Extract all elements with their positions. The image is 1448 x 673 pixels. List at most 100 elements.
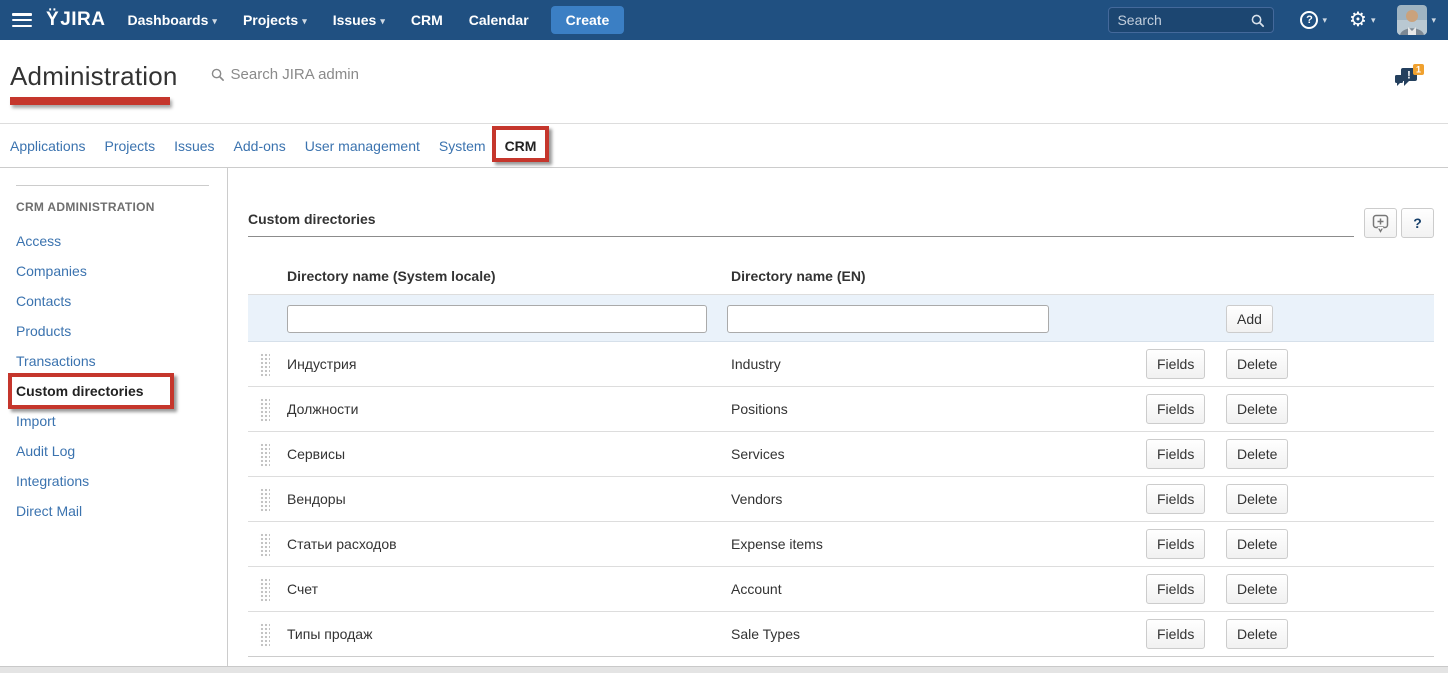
navbar-search-input[interactable] <box>1117 12 1250 28</box>
tab-crm[interactable]: CRM <box>505 138 537 154</box>
search-icon[interactable] <box>1250 13 1265 28</box>
navbar-search <box>1108 7 1274 33</box>
table-row: Типы продаж Sale Types Fields Delete <box>248 612 1434 657</box>
page-title-block: Administration <box>10 61 178 105</box>
admin-search <box>210 66 451 83</box>
admin-header: Administration ! 1 <box>0 40 1448 124</box>
sidebar-item-custom-directories[interactable]: Custom directories <box>0 376 227 406</box>
feedback-button[interactable] <box>1364 208 1397 238</box>
crm-admin-sidebar: CRM ADMINISTRATION Access Companies Cont… <box>0 168 228 666</box>
add-button[interactable]: Add <box>1226 305 1273 333</box>
feedback-pin-icon <box>1372 214 1389 233</box>
chevron-down-icon: ▾ <box>212 16 217 26</box>
nav-item-calendar[interactable]: Calendar <box>469 12 529 28</box>
tab-system[interactable]: System <box>439 138 486 154</box>
sidebar-item-contacts[interactable]: Contacts <box>0 286 227 316</box>
nav-item-crm[interactable]: CRM <box>411 12 443 28</box>
tab-applications[interactable]: Applications <box>10 138 86 154</box>
sidebar-divider <box>16 185 209 186</box>
fields-button[interactable]: Fields <box>1146 349 1205 379</box>
app-switcher-icon[interactable] <box>12 13 32 27</box>
tab-issues[interactable]: Issues <box>174 138 214 154</box>
delete-button[interactable]: Delete <box>1226 394 1288 424</box>
fields-button[interactable]: Fields <box>1146 394 1205 424</box>
page-footer-edge <box>0 666 1448 673</box>
directory-name-locale: Должности <box>287 387 358 432</box>
drag-handle-icon[interactable] <box>259 352 270 378</box>
admin-search-input[interactable] <box>231 66 451 83</box>
admin-settings-menu[interactable]: ⚙ ▾ <box>1349 10 1375 30</box>
user-profile-menu[interactable]: ▾ <box>1397 5 1436 35</box>
directory-name-locale: Статьи расходов <box>287 522 397 567</box>
add-directory-row: Add <box>248 294 1434 342</box>
directory-name-en: Industry <box>731 342 781 387</box>
drag-handle-icon[interactable] <box>259 442 270 468</box>
sidebar-item-transactions[interactable]: Transactions <box>0 346 227 376</box>
new-directory-locale-input[interactable] <box>287 305 707 333</box>
help-button[interactable]: ? <box>1401 208 1434 238</box>
fields-button[interactable]: Fields <box>1146 574 1205 604</box>
sidebar-item-products[interactable]: Products <box>0 316 227 346</box>
tab-projects[interactable]: Projects <box>105 138 156 154</box>
jira-logo-mark-icon: Ÿ <box>46 9 59 31</box>
section-title: Custom directories <box>248 211 1354 227</box>
create-button[interactable]: Create <box>551 6 625 34</box>
help-menu[interactable]: ? ▾ <box>1300 11 1327 29</box>
navbar-menu: Dashboards▾ Projects▾ Issues▾ CRM Calend… <box>127 12 528 28</box>
new-directory-en-input[interactable] <box>727 305 1049 333</box>
sidebar-item-direct-mail[interactable]: Direct Mail <box>0 496 227 526</box>
annotation-underline-administration <box>10 97 170 105</box>
delete-button[interactable]: Delete <box>1226 574 1288 604</box>
fields-button[interactable]: Fields <box>1146 529 1205 559</box>
delete-button[interactable]: Delete <box>1226 484 1288 514</box>
directory-name-en: Positions <box>731 387 788 432</box>
column-header-locale: Directory name (System locale) <box>287 268 496 284</box>
directory-name-en: Services <box>731 432 785 477</box>
drag-handle-icon[interactable] <box>259 577 270 603</box>
chevron-down-icon: ▾ <box>1371 15 1376 26</box>
sidebar-item-access[interactable]: Access <box>0 226 227 256</box>
page-body: CRM ADMINISTRATION Access Companies Cont… <box>0 168 1448 666</box>
custom-directories-table: Directory name (System locale) Directory… <box>248 237 1434 657</box>
table-header-row: Directory name (System locale) Directory… <box>248 237 1434 294</box>
help-icon: ? <box>1300 11 1318 29</box>
column-header-en: Directory name (EN) <box>731 268 866 284</box>
table-row: Должности Positions Fields Delete <box>248 387 1434 432</box>
admin-tab-bar: Applications Projects Issues Add-ons Use… <box>0 124 1448 168</box>
sidebar-item-integrations[interactable]: Integrations <box>0 466 227 496</box>
nav-item-projects[interactable]: Projects▾ <box>243 12 307 28</box>
tab-add-ons[interactable]: Add-ons <box>234 138 286 154</box>
fields-button[interactable]: Fields <box>1146 619 1205 649</box>
sidebar-item-companies[interactable]: Companies <box>0 256 227 286</box>
main-content: Custom directories ? Directory name (Sys… <box>228 168 1448 666</box>
directory-name-en: Account <box>731 567 782 612</box>
delete-button[interactable]: Delete <box>1226 529 1288 559</box>
nav-item-dashboards[interactable]: Dashboards▾ <box>127 12 216 28</box>
tab-user-management[interactable]: User management <box>305 138 420 154</box>
sidebar-item-audit-log[interactable]: Audit Log <box>0 436 227 466</box>
sidebar-list: Access Companies Contacts Products Trans… <box>0 226 227 526</box>
section-heading: Custom directories <box>248 211 1354 237</box>
chevron-down-icon: ▾ <box>1431 15 1436 26</box>
drag-handle-icon[interactable] <box>259 397 270 423</box>
delete-button[interactable]: Delete <box>1226 349 1288 379</box>
jira-logo[interactable]: ŸJIRA <box>46 9 105 31</box>
table-row: Сервисы Services Fields Delete <box>248 432 1434 477</box>
drag-handle-icon[interactable] <box>259 487 270 513</box>
svg-text:!: ! <box>1407 69 1411 81</box>
fields-button[interactable]: Fields <box>1146 484 1205 514</box>
page-title: Administration <box>10 61 178 92</box>
delete-button[interactable]: Delete <box>1226 439 1288 469</box>
gear-icon: ⚙ <box>1349 10 1367 30</box>
directory-name-locale: Вендоры <box>287 477 346 522</box>
sidebar-item-import[interactable]: Import <box>0 406 227 436</box>
delete-button[interactable]: Delete <box>1226 619 1288 649</box>
table-row: Вендоры Vendors Fields Delete <box>248 477 1434 522</box>
drag-handle-icon[interactable] <box>259 622 270 648</box>
directory-name-locale: Индустрия <box>287 342 356 387</box>
nav-item-issues[interactable]: Issues▾ <box>333 12 385 28</box>
drag-handle-icon[interactable] <box>259 532 270 558</box>
notification-button[interactable]: ! 1 <box>1394 64 1424 94</box>
fields-button[interactable]: Fields <box>1146 439 1205 469</box>
question-mark-icon: ? <box>1413 215 1422 231</box>
